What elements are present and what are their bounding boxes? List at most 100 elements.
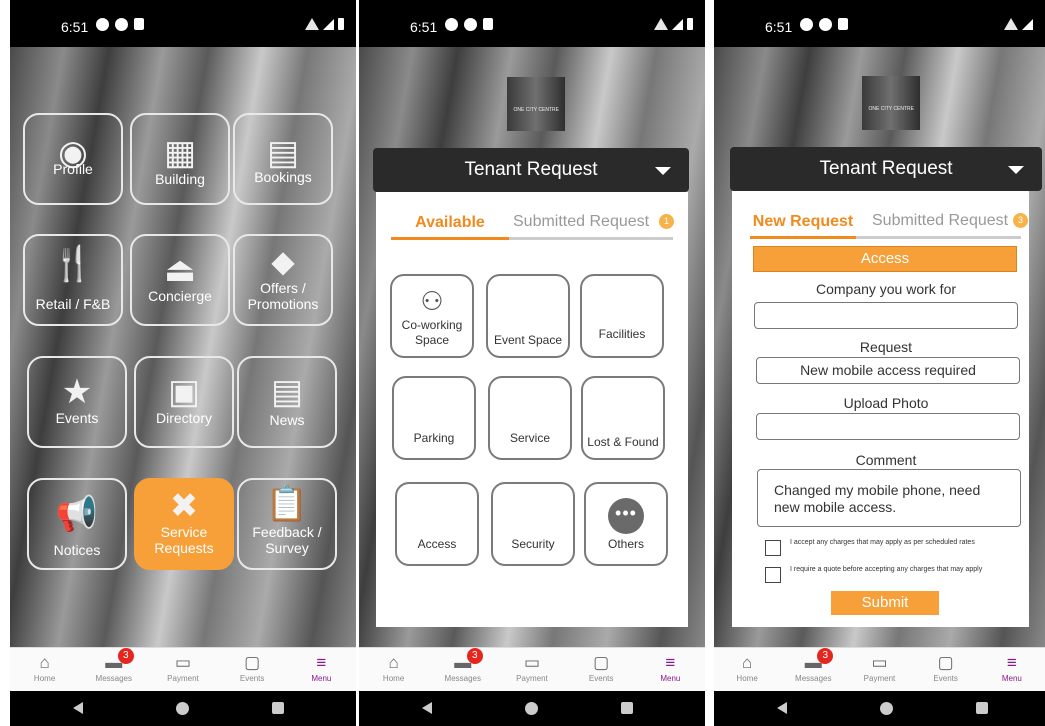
category-security[interactable]: Security [491, 482, 575, 566]
submit-button[interactable]: Submit [831, 591, 939, 615]
menu-screen: 6:51 ◉ Profile ▦ Building ▤ Bookings 🍴 R… [10, 0, 356, 726]
notification-icon [464, 18, 477, 31]
tile-retail[interactable]: 🍴 Retail / F&B [23, 234, 123, 326]
tab-home[interactable]: ⌂ Home [717, 648, 777, 691]
messages-icon: ▬ [105, 653, 123, 672]
menu-icon: ≡ [1006, 653, 1017, 672]
category-event-space[interactable]: Event Space [486, 274, 570, 358]
new-request-form-screen: 6:51 ONE CITY CENTRE Tenant Request New … [714, 0, 1045, 726]
request-input[interactable]: New mobile access required [756, 357, 1020, 384]
tab-events[interactable]: ▢ Events [222, 648, 282, 691]
home-icon: ⌂ [39, 653, 50, 672]
tab-label: Home [382, 674, 405, 683]
upload-photo-field[interactable] [756, 413, 1020, 440]
tile-offers[interactable]: ⬥ Offers / Promotions [233, 234, 333, 326]
wifi-icon [1004, 18, 1018, 30]
request-type-dropdown[interactable]: Tenant Request [373, 148, 689, 192]
tab-events[interactable]: ▢ Events [571, 648, 631, 691]
category-others[interactable]: ••• Others [584, 482, 668, 566]
tab-events[interactable]: ▢ Events [916, 648, 976, 691]
recents-icon[interactable] [272, 702, 284, 714]
category-service[interactable]: Service [488, 376, 572, 460]
request-type-dropdown[interactable]: Tenant Request [730, 147, 1042, 191]
tile-building[interactable]: ▦ Building [130, 113, 230, 205]
tab-home[interactable]: ⌂ Home [15, 648, 75, 691]
tab-label: Messages [444, 674, 482, 683]
home-circle-icon[interactable] [880, 702, 893, 715]
payment-icon: ▭ [523, 653, 540, 672]
events-icon: ▢ [244, 653, 261, 672]
chevron-down-icon [655, 167, 671, 175]
status-time: 6:51 [410, 19, 438, 35]
category-label: Service [509, 431, 550, 445]
tab-label: Events [588, 674, 614, 683]
tile-service-requests[interactable]: ✖ Service Requests [134, 478, 234, 570]
tile-feedback[interactable]: 📋 Feedback / Survey [237, 478, 337, 570]
tab-menu[interactable]: ≡ Menu [982, 648, 1042, 691]
tab-messages[interactable]: ▬ Messages 3 [433, 648, 493, 691]
category-coworking-space[interactable]: ⚇ Co-working Space [390, 274, 474, 358]
tab-submitted-request[interactable]: Submitted Request [513, 210, 649, 234]
tile-notices[interactable]: 📢 Notices [27, 478, 127, 570]
tile-bookings[interactable]: ▤ Bookings [233, 113, 333, 205]
notification-icon [115, 18, 128, 31]
checkbox-box[interactable] [765, 540, 781, 556]
submitted-count-badge: 1 [659, 214, 674, 229]
tab-menu[interactable]: ≡ Menu [640, 648, 700, 691]
home-icon: ⌂ [741, 653, 753, 672]
tile-news[interactable]: ▤ News [237, 356, 337, 448]
tile-label: Bookings [254, 169, 312, 185]
category-parking[interactable]: Parking [392, 376, 476, 460]
back-icon[interactable] [777, 702, 787, 714]
recents-icon[interactable] [976, 702, 988, 714]
wifi-icon [654, 18, 668, 30]
tile-events[interactable]: ★ Events [27, 356, 127, 448]
tab-payment[interactable]: ▭ Payment [849, 648, 909, 691]
tab-payment[interactable]: ▭ Payment [153, 648, 213, 691]
tile-label: Events [55, 410, 99, 426]
status-bar: 6:51 [714, 0, 1045, 47]
tile-profile[interactable]: ◉ Profile [23, 113, 123, 205]
tab-payment[interactable]: ▭ Payment [502, 648, 562, 691]
comment-textarea[interactable]: Changed my mobile phone, need new mobile… [757, 469, 1021, 527]
tile-label: Profile [53, 161, 93, 177]
tab-new-request[interactable]: New Request [750, 209, 856, 239]
tab-messages[interactable]: ▬ Messages 3 [783, 648, 843, 691]
selected-category-bar[interactable]: Access [753, 246, 1017, 272]
back-icon[interactable] [422, 702, 432, 714]
megaphone-icon: 📢 [55, 495, 99, 533]
tile-label: Feedback / Survey [252, 524, 322, 556]
tab-messages[interactable]: ▬ Messages 3 [84, 648, 144, 691]
bottom-tab-bar: ⌂ Home ▬ Messages 3 ▭ Payment ▢ Events ≡ Menu [10, 647, 356, 691]
tile-label: Concierge [148, 288, 212, 304]
tab-menu[interactable]: ≡ Menu [291, 648, 351, 691]
tag-icon: ⬥ [271, 243, 295, 281]
back-icon[interactable] [73, 702, 83, 714]
tab-label: Payment [863, 674, 896, 683]
system-nav-bar [359, 691, 705, 726]
tile-concierge[interactable]: ⏏ Concierge [130, 234, 230, 326]
tile-label: News [269, 412, 305, 428]
recents-icon[interactable] [621, 702, 633, 714]
home-circle-icon[interactable] [525, 702, 538, 715]
checkbox-box[interactable] [765, 567, 781, 583]
tab-submitted-request[interactable]: Submitted Request [872, 209, 1008, 233]
category-access[interactable]: Access [395, 482, 479, 566]
status-time: 6:51 [61, 19, 89, 35]
accept-charges-checkbox[interactable]: I accept any charges that may apply as p… [765, 539, 1015, 556]
tile-label: Offers / Promotions [247, 280, 319, 312]
tile-label: Retail / F&B [35, 296, 111, 312]
tab-home[interactable]: ⌂ Home [364, 648, 424, 691]
tenant-request-screen: 6:51 ONE CITY CENTRE Tenant Request Avai… [359, 0, 705, 726]
home-circle-icon[interactable] [176, 702, 189, 715]
tab-available[interactable]: Available [391, 210, 509, 240]
people-group-icon: ⚇ [420, 286, 444, 316]
category-lost-found[interactable]: Lost & Found [581, 376, 665, 460]
tab-label: Menu [1001, 674, 1022, 683]
company-input[interactable] [754, 302, 1018, 329]
tile-directory[interactable]: ▣ Directory [134, 356, 234, 448]
require-quote-checkbox[interactable]: I require a quote before accepting any c… [765, 566, 1015, 583]
tile-label: Directory [155, 410, 212, 426]
category-facilities[interactable]: Facilities [580, 274, 664, 358]
bottom-tab-bar: ⌂ Home ▬ Messages 3 ▭ Payment ▢ Events ≡ Menu [359, 647, 705, 691]
